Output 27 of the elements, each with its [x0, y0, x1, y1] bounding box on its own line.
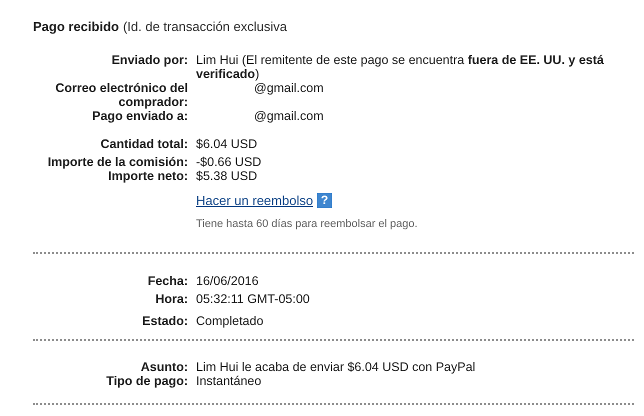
- field-label: Enviado por:: [110, 52, 189, 69]
- refund-note: Tiene hasta 60 días para reembolsar el pago.: [196, 217, 419, 232]
- field-label: Hora:: [154, 292, 189, 306]
- field-label: Cantidad total:: [100, 136, 189, 150]
- transaction-id-label: (Id. de transacción exclusiva: [122, 18, 287, 36]
- field-label: Fecha:: [146, 274, 189, 288]
- page-title: Pago recibido: [33, 18, 119, 36]
- field-value: -$0.66 USD: [196, 154, 262, 168]
- field-value: Instantáneo: [196, 374, 262, 388]
- field-label: Correo electrónico del comprador:: [54, 80, 189, 108]
- help-button[interactable]: ?: [317, 192, 332, 208]
- field-value: @gmail.com: [253, 108, 324, 122]
- field-label: Importe de la comisión:: [46, 154, 189, 168]
- field-label: Importe neto:: [107, 168, 189, 182]
- field-value: @gmail.com: [253, 80, 324, 97]
- field-value: $5.38 USD: [196, 168, 258, 182]
- field-label: Pago enviado a:: [91, 108, 189, 122]
- field-value: 16/06/2016: [196, 274, 259, 288]
- field-label: Tipo de pago:: [105, 374, 189, 388]
- field-label: Estado:: [141, 314, 189, 328]
- field-value: Completado: [196, 314, 264, 328]
- refund-link[interactable]: Hacer un reembolso: [196, 190, 314, 210]
- field-label: Asunto:: [140, 360, 189, 374]
- field-value: 05:32:11 GMT-05:00: [196, 292, 310, 306]
- field-value: Lim Hui (El remitente de este pago se encuentra fuera de EE. UU. y está verificado): [196, 52, 605, 80]
- field-value: Lim Hui le acaba de enviar $6.04 USD con PayPal: [196, 360, 476, 374]
- field-value: $6.04 USD: [196, 136, 258, 150]
